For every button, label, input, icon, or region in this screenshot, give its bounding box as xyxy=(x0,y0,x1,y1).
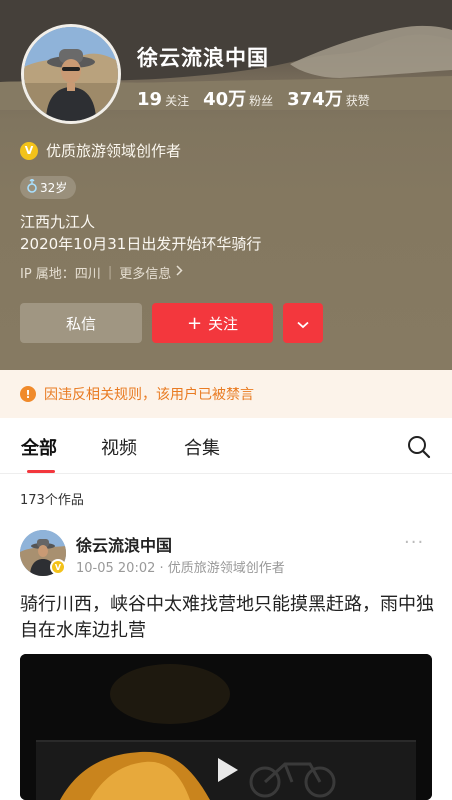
stat-label: 粉丝 xyxy=(249,94,274,108)
search-icon[interactable] xyxy=(406,434,432,460)
stat-value: 19 xyxy=(137,89,163,110)
post-menu-icon[interactable]: ··· xyxy=(404,532,424,553)
tab-collections[interactable]: 合集 xyxy=(184,434,220,460)
profile-avatar[interactable] xyxy=(21,24,121,124)
stat-following[interactable]: 19 关注 xyxy=(137,89,189,110)
divider: | xyxy=(107,265,113,280)
age-tag: 32岁 xyxy=(20,176,77,199)
follow-button[interactable]: + 关注 xyxy=(152,303,273,343)
verified-text: 优质旅游领域创作者 xyxy=(46,142,182,160)
post-verified-badge-icon: V xyxy=(50,559,66,575)
warning-icon: ! xyxy=(20,386,36,402)
bio-line: 2020年10月31日出发开始环华骑行 xyxy=(20,235,262,253)
ip-location: IP 属地：四川 xyxy=(20,267,101,282)
age-icon xyxy=(27,178,37,196)
bio-line: 江西九江人 xyxy=(20,213,96,231)
stat-value: 40万 xyxy=(203,89,247,110)
stat-likes[interactable]: 374万 获赞 xyxy=(287,85,370,111)
more-info-link[interactable]: 更多信息 xyxy=(119,263,171,282)
profile-stats: 19 关注 40万 粉丝 374万 获赞 xyxy=(137,85,384,111)
warning-text: 因违反相关规则，该用户已被禁言 xyxy=(44,387,254,403)
tab-videos[interactable]: 视频 xyxy=(101,434,137,460)
ban-warning: ! 因违反相关规则，该用户已被禁言 xyxy=(0,370,452,418)
stat-label: 关注 xyxy=(165,94,190,108)
chevron-down-icon xyxy=(297,314,309,333)
follow-label: 关注 xyxy=(208,314,239,333)
plus-icon: + xyxy=(186,312,203,334)
verified-row[interactable]: V 优质旅游领域创作者 xyxy=(20,140,181,161)
post-text[interactable]: 骑行川西，峡谷中太难找营地只能摸黑赶路，雨中独自在水库边扎营 xyxy=(20,592,440,644)
tab-all[interactable]: 全部 xyxy=(21,434,57,460)
more-options-button[interactable] xyxy=(283,303,323,343)
message-button[interactable]: 私信 xyxy=(20,303,142,343)
age-text: 32岁 xyxy=(40,181,68,195)
post-meta: 10-05 20:02 · 优质旅游领域创作者 xyxy=(76,561,285,576)
stat-label: 获赞 xyxy=(345,94,370,108)
verified-badge-icon: V xyxy=(20,141,38,160)
content-tabs: 全部 视频 合集 xyxy=(0,418,452,474)
ip-row: IP 属地：四川 | 更多信息 xyxy=(20,263,183,282)
chevron-right-icon[interactable] xyxy=(176,265,183,280)
profile-name: 徐云流浪中国 xyxy=(137,46,269,70)
works-count: 173个作品 xyxy=(20,493,84,508)
profile-bio: 江西九江人 2020年10月31日出发开始环华骑行 xyxy=(20,211,261,255)
play-icon[interactable] xyxy=(210,754,242,786)
stat-value: 374万 xyxy=(287,89,343,110)
active-tab-indicator xyxy=(27,470,55,473)
stat-followers[interactable]: 40万 粉丝 xyxy=(203,85,273,111)
post-author[interactable]: 徐云流浪中国 xyxy=(76,532,172,556)
profile-header: 徐云流浪中国 19 关注 40万 粉丝 374万 获赞 V 优质旅游领域创作者 … xyxy=(0,0,452,370)
